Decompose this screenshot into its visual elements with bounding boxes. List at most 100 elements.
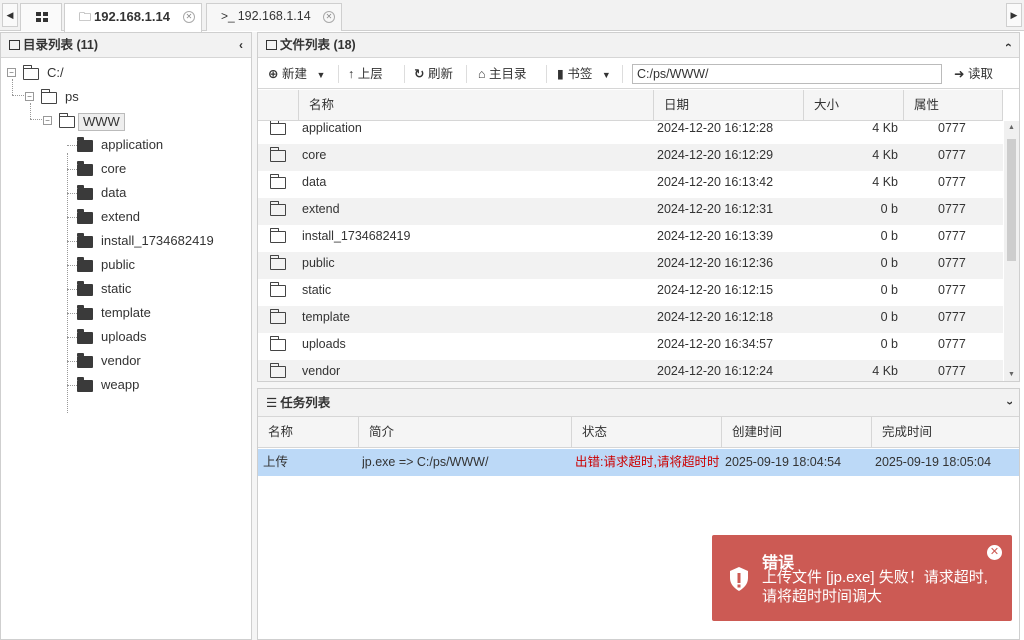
tree-label: extend xyxy=(101,209,141,224)
scroll-down-icon[interactable]: ▼ xyxy=(1008,371,1015,378)
scrollbar-thumb[interactable] xyxy=(1007,139,1016,261)
file-attr: 0777 xyxy=(938,364,966,378)
tree-node-child[interactable]: core xyxy=(1,159,251,179)
tree-node-root[interactable]: − C:/ xyxy=(1,63,251,83)
folder-icon xyxy=(270,363,286,378)
collapse-up-icon[interactable]: ‹ xyxy=(997,43,1021,47)
tree-label-selected: WWW xyxy=(78,113,125,131)
folder-icon xyxy=(77,209,93,224)
folder-icon xyxy=(77,161,93,176)
file-attr: 0777 xyxy=(938,202,966,216)
tree-node-child[interactable]: public xyxy=(1,255,251,275)
new-button[interactable]: ⊕ 新建 ▼ xyxy=(268,64,325,84)
file-row[interactable]: public 2024-12-20 16:12:36 0 b 0777 xyxy=(258,252,1003,279)
tree-node-ps[interactable]: − ps xyxy=(1,87,251,107)
collapse-toggle-icon[interactable]: − xyxy=(43,116,52,125)
file-row[interactable]: extend 2024-12-20 16:12:31 0 b 0777 xyxy=(258,198,1003,225)
tree-guide xyxy=(67,217,77,218)
tab-file-manager[interactable]: 🗀 192.168.1.14 ✕ xyxy=(64,3,202,32)
file-grid-header: 名称 日期 大小 属性 xyxy=(258,90,1003,121)
tree-node-child[interactable]: static xyxy=(1,279,251,299)
close-icon[interactable]: ✕ xyxy=(987,545,1002,560)
task-column-header[interactable]: 名称 xyxy=(258,417,358,448)
file-date: 2024-12-20 16:34:57 xyxy=(657,337,774,351)
column-header-size[interactable]: 大小 xyxy=(803,90,903,121)
task-column-header[interactable]: 状态 xyxy=(571,417,721,448)
path-input[interactable]: C:/ps/WWW/ xyxy=(632,64,942,84)
bookmark-button[interactable]: ▮ 书签 ▼ xyxy=(557,64,611,84)
file-row[interactable]: application 2024-12-20 16:12:28 4 Kb 0777 xyxy=(258,121,1003,144)
task-row[interactable]: 上传 jp.exe => C:/ps/WWW/ 出错:请求超时,请将超时时间调大… xyxy=(258,449,1019,476)
collapse-toggle-icon[interactable]: − xyxy=(25,92,34,101)
directory-panel: 目录列表 (11) ‹ − C:/ − ps − WWW application… xyxy=(0,32,252,640)
tab-terminal[interactable]: >_ 192.168.1.14 ✕ xyxy=(206,3,342,31)
task-column-header[interactable]: 完成时间 xyxy=(871,417,1019,448)
file-name: vendor xyxy=(302,364,341,378)
file-name: uploads xyxy=(302,337,346,351)
collapse-left-icon[interactable]: ‹ xyxy=(239,33,243,57)
file-name: install_1734682419 xyxy=(302,229,411,243)
file-attr: 0777 xyxy=(938,310,966,324)
tab-home[interactable] xyxy=(20,3,62,31)
tree-node-child[interactable]: weapp xyxy=(1,375,251,395)
folder-icon xyxy=(77,377,93,392)
tab-label: 192.168.1.14 xyxy=(237,9,311,23)
column-header-name[interactable]: 名称 xyxy=(298,90,653,121)
up-level-button[interactable]: ↑ 上层 xyxy=(348,64,383,84)
tree-label: core xyxy=(101,161,127,176)
collapse-toggle-icon[interactable]: − xyxy=(7,68,16,77)
file-row[interactable]: uploads 2024-12-20 16:34:57 0 b 0777 xyxy=(258,333,1003,360)
home-directory-label: 主目录 xyxy=(489,67,527,81)
file-date: 2024-12-20 16:12:24 xyxy=(657,364,774,378)
tree-guide xyxy=(67,265,77,266)
file-row[interactable]: install_1734682419 2024-12-20 16:13:39 0 b… xyxy=(258,225,1003,252)
tree-guide xyxy=(67,361,77,362)
folder-icon xyxy=(77,137,93,152)
file-size: 4 Kb xyxy=(872,121,898,135)
tab-scroll-right-button[interactable]: ▶ xyxy=(1006,3,1022,27)
file-row[interactable]: template 2024-12-20 16:12:18 0 b 0777 xyxy=(258,306,1003,333)
file-date: 2024-12-20 16:12:31 xyxy=(657,202,774,216)
refresh-button[interactable]: ↻ 刷新 xyxy=(414,64,453,84)
column-header-date[interactable]: 日期 xyxy=(653,90,803,121)
tree-label: weapp xyxy=(101,377,140,392)
folder-icon xyxy=(270,228,286,243)
file-grid-scrollbar[interactable]: ▲ ▼ xyxy=(1004,121,1019,381)
tree-node-child[interactable]: install_1734682419 xyxy=(1,231,251,251)
file-name: template xyxy=(302,310,350,324)
collapse-down-icon[interactable]: ‹ xyxy=(995,401,1023,405)
scroll-up-icon[interactable]: ▲ xyxy=(1008,124,1015,131)
file-row[interactable]: core 2024-12-20 16:12:29 4 Kb 0777 xyxy=(258,144,1003,171)
file-name: extend xyxy=(302,202,340,216)
tab-label: 192.168.1.14 xyxy=(94,9,170,24)
tree-label: static xyxy=(101,281,132,296)
tree-node-child[interactable]: template xyxy=(1,303,251,323)
read-button[interactable]: ➜ 读取 xyxy=(954,64,993,84)
folder-icon xyxy=(270,121,286,135)
file-row[interactable]: vendor 2024-12-20 16:12:24 4 Kb 0777 xyxy=(258,360,1003,381)
file-row[interactable]: static 2024-12-20 16:12:15 0 b 0777 xyxy=(258,279,1003,306)
task-column-header[interactable]: 创建时间 xyxy=(721,417,871,448)
file-panel-title: 文件列表 (18) xyxy=(280,38,356,52)
tree-node-child[interactable]: application xyxy=(1,135,251,155)
column-header-attr[interactable]: 属性 xyxy=(903,90,1003,121)
folder-icon xyxy=(77,305,93,320)
tab-scroll-left-button[interactable]: ◀ xyxy=(2,3,18,27)
tree-node-child[interactable]: uploads xyxy=(1,327,251,347)
tree-node-child[interactable]: extend xyxy=(1,207,251,227)
tree-node-child[interactable]: data xyxy=(1,183,251,203)
file-size: 0 b xyxy=(880,337,898,351)
tree-guide xyxy=(67,169,77,170)
file-row[interactable]: data 2024-12-20 16:13:42 4 Kb 0777 xyxy=(258,171,1003,198)
folder-icon xyxy=(270,309,286,324)
home-directory-button[interactable]: ⌂ 主目录 xyxy=(478,64,527,84)
tree-guide xyxy=(67,145,77,146)
file-date: 2024-12-20 16:13:42 xyxy=(657,175,774,189)
tab-close-icon[interactable]: ✕ xyxy=(323,11,335,23)
tab-close-icon[interactable]: ✕ xyxy=(183,11,195,23)
folder-icon xyxy=(77,233,93,248)
folder-icon xyxy=(266,40,277,50)
tree-node-child[interactable]: vendor xyxy=(1,351,251,371)
task-column-header[interactable]: 简介 xyxy=(358,417,571,448)
tree-node-www[interactable]: − WWW xyxy=(1,111,251,131)
